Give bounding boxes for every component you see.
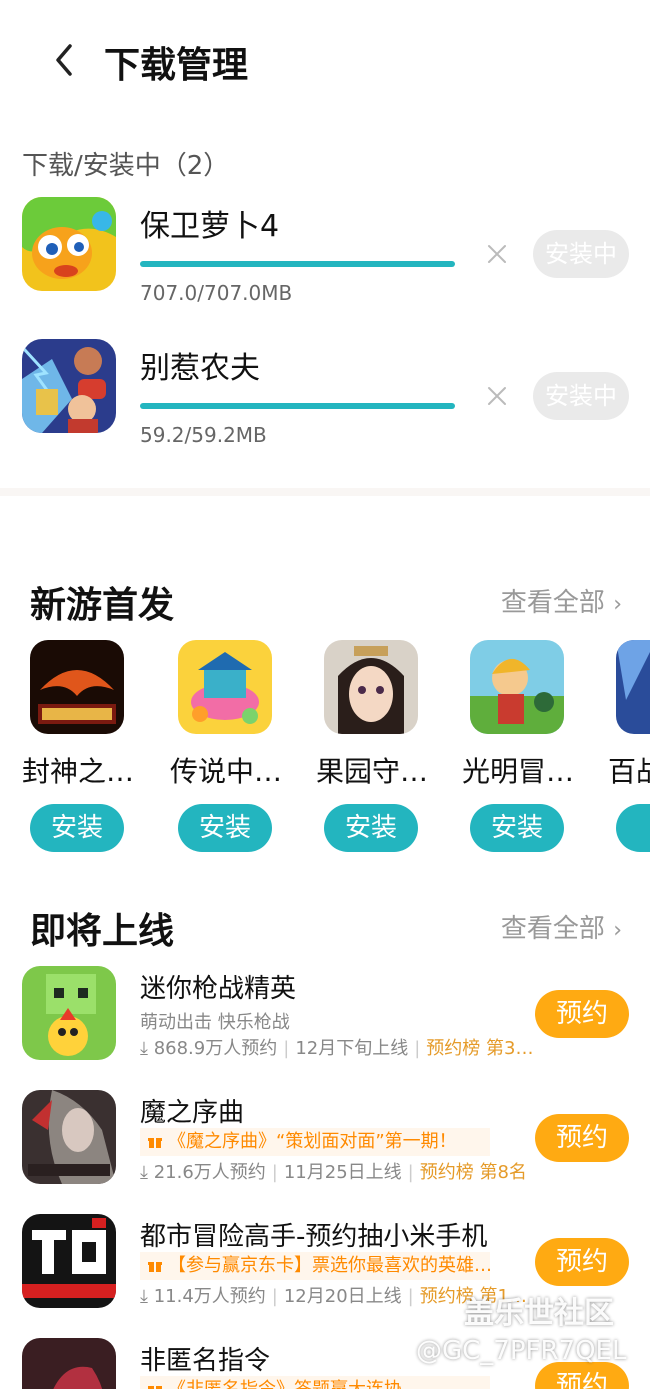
install-button[interactable]: 安装 [178, 804, 272, 852]
reserve-button[interactable]: 预约 [535, 990, 629, 1038]
reservation-rank: 预约榜 第3… [426, 1038, 534, 1059]
see-all-label: 查看全部 [500, 588, 605, 618]
install-button[interactable]: 安 [616, 804, 650, 852]
cancel-icon[interactable] [485, 242, 509, 266]
see-all-label: 查看全部 [500, 914, 605, 944]
download-small-icon: ⤓ [140, 1286, 148, 1307]
install-button[interactable]: 安装 [470, 804, 564, 852]
game-icon-fengshen [30, 640, 124, 734]
game-name: 传说中… [170, 755, 283, 788]
upcoming-see-all-link[interactable]: 查看全部 › [501, 908, 622, 945]
gift-icon [148, 1262, 162, 1272]
game-tags: 萌动出击 快乐枪战 [140, 1012, 290, 1033]
game-meta: ⤓ 21.6万人预约 | 11月25日上线 | 预约榜 第8名 [140, 1162, 527, 1183]
download-app-name: 别惹农夫 [140, 351, 260, 386]
download-small-icon: ⤓ [140, 1162, 148, 1183]
game-icon-bright-adventure [470, 640, 564, 734]
app-icon-carrot [22, 197, 116, 291]
promo-text: 【参与赢京东卡】票选你最喜欢的英雄… [168, 1255, 490, 1276]
chevron-right-icon: › [613, 918, 622, 943]
new-games-title: 新游首发 [30, 585, 175, 626]
new-game-card[interactable]: 果园守… 安装 [316, 640, 456, 860]
upcoming-game-name: 魔之序曲 [140, 1098, 245, 1128]
cancel-icon[interactable] [485, 384, 509, 408]
header: 下载管理 [0, 0, 650, 120]
downloading-section-label: 下载/安装中（2） [22, 151, 230, 181]
new-games-see-all-link[interactable]: 查看全部 › [501, 582, 622, 619]
download-app-name: 保卫萝卜4 [140, 209, 280, 244]
release-date: 12月20日上线 [283, 1286, 402, 1307]
game-icon-orchard [324, 640, 418, 734]
gift-icon [148, 1138, 162, 1148]
upcoming-game-item[interactable]: 迷你枪战精英 萌动出击 快乐枪战 ⤓ 868.9万人预约 | 12月下旬上线 | 预约榜… [0, 966, 650, 1086]
game-promo-banner[interactable]: 《非匿名指令》答题赢大连协 [140, 1376, 490, 1389]
installing-status-button[interactable]: 安装中 [533, 230, 629, 278]
gift-icon [148, 1386, 162, 1389]
reservation-count: 21.6万人预约 [153, 1162, 266, 1183]
chevron-right-icon: › [613, 592, 622, 617]
game-meta: ⤓ 868.9万人预约 | 12月下旬上线 | 预约榜 第3… [140, 1038, 534, 1059]
page-title: 下载管理 [104, 45, 249, 86]
release-date: 11月25日上线 [283, 1162, 402, 1183]
reserve-button[interactable]: 预约 [535, 1114, 629, 1162]
new-game-card[interactable]: 光明冒… 安装 [462, 640, 602, 860]
installing-status-button[interactable]: 安装中 [533, 372, 629, 420]
reserve-button[interactable]: 预约 [535, 1238, 629, 1286]
new-game-card[interactable]: 封神之… 安装 [22, 640, 162, 860]
game-icon-adventurer [22, 1214, 116, 1308]
reservation-count: 11.4万人预约 [153, 1286, 266, 1307]
upcoming-title: 即将上线 [30, 911, 175, 952]
upcoming-game-item[interactable]: 魔之序曲 《魔之序曲》“策划面对面”第一期！ ⤓ 21.6万人预约 | 11月25日… [0, 1090, 650, 1210]
download-progress-bar [140, 261, 455, 267]
promo-text: 《非匿名指令》答题赢大连协 [168, 1379, 402, 1389]
download-size: 707.0/707.0MB [140, 281, 293, 305]
game-icon-mini-gun [22, 966, 116, 1060]
game-promo-banner[interactable]: 《魔之序曲》“策划面对面”第一期！ [140, 1128, 490, 1156]
reservation-rank: 预约榜 第8名 [419, 1162, 527, 1183]
game-icon-assassin [22, 1090, 116, 1184]
game-icon-legend [178, 640, 272, 734]
download-progress-bar [140, 403, 455, 409]
promo-text: 《魔之序曲》“策划面对面”第一期！ [168, 1131, 457, 1152]
download-item[interactable]: 别惹农夫 59.2/59.2MB 安装中 [0, 339, 650, 469]
download-size: 59.2/59.2MB [140, 423, 267, 447]
watermark-user: @GC_7PFR7QEL [416, 1336, 627, 1366]
game-name: 光明冒… [462, 755, 575, 788]
reserve-button[interactable]: 预约 [535, 1362, 629, 1389]
install-button[interactable]: 安装 [30, 804, 124, 852]
release-date: 12月下旬上线 [295, 1038, 409, 1059]
watermark-brand: 盖乐世社区 [464, 1296, 614, 1331]
game-icon-baizhan [616, 640, 650, 734]
new-game-card[interactable]: 传说中… 安装 [170, 640, 310, 860]
upcoming-game-name: 非匿名指令 [140, 1346, 271, 1376]
game-name: 果园守… [316, 755, 429, 788]
new-game-card[interactable]: 百战 安 [608, 640, 650, 860]
app-icon-farmer [22, 339, 116, 433]
install-button[interactable]: 安装 [324, 804, 418, 852]
reservation-count: 868.9万人预约 [153, 1038, 278, 1059]
back-arrow-icon[interactable] [50, 40, 80, 80]
section-divider [0, 488, 650, 496]
upcoming-game-name: 迷你枪战精英 [140, 974, 297, 1004]
upcoming-game-name: 都市冒险高手-预约抽小米手机 [140, 1222, 488, 1252]
download-small-icon: ⤓ [140, 1038, 148, 1059]
game-promo-banner[interactable]: 【参与赢京东卡】票选你最喜欢的英雄… [140, 1252, 490, 1280]
game-icon-anonymous [22, 1338, 116, 1389]
download-item[interactable]: 保卫萝卜4 707.0/707.0MB 安装中 [0, 197, 650, 327]
game-name: 百战 [608, 755, 650, 788]
game-name: 封神之… [22, 755, 135, 788]
